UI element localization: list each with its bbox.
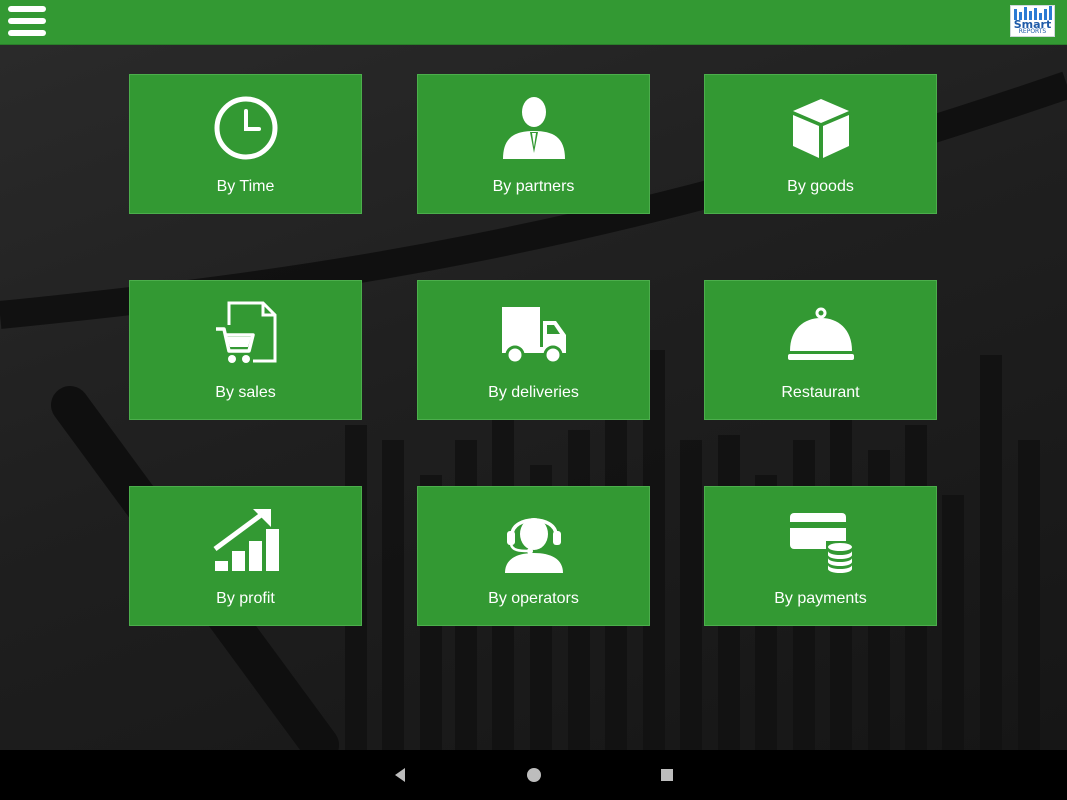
tile-by-profit[interactable]: By profit	[129, 486, 362, 626]
card-coins-icon	[705, 507, 936, 573]
tile-by-goods[interactable]: By goods	[704, 74, 937, 214]
home-icon[interactable]	[524, 765, 544, 785]
tile-label: By partners	[492, 178, 575, 195]
tile-by-sales[interactable]: By sales	[129, 280, 362, 420]
top-app-bar: Smart REPORTS	[0, 0, 1067, 45]
tile-label: Restaurant	[781, 384, 860, 401]
tile-label: By Time	[216, 178, 275, 195]
cloche-icon	[705, 301, 936, 367]
system-navigation-bar	[0, 750, 1067, 800]
tile-label: By profit	[216, 590, 275, 607]
tile-restaurant[interactable]: Restaurant	[704, 280, 937, 420]
cart-document-icon	[130, 301, 361, 367]
tile-label: By operators	[488, 590, 579, 607]
growth-chart-icon	[130, 507, 361, 573]
clock-icon	[130, 95, 361, 161]
tile-by-time[interactable]: By Time	[129, 74, 362, 214]
headset-operator-icon	[418, 507, 649, 573]
tile-label: By deliveries	[488, 384, 579, 401]
tile-by-partners[interactable]: By partners	[417, 74, 650, 214]
recents-icon[interactable]	[657, 765, 677, 785]
back-icon[interactable]	[391, 765, 411, 785]
truck-icon	[418, 301, 649, 367]
hamburger-menu-icon[interactable]	[8, 6, 46, 38]
tile-label: By goods	[787, 178, 854, 195]
tile-by-operators[interactable]: By operators	[417, 486, 650, 626]
tile-label: By payments	[774, 590, 867, 607]
logo-subtitle: REPORTS	[1018, 28, 1047, 35]
tile-by-payments[interactable]: By payments	[704, 486, 937, 626]
tile-label: By sales	[215, 384, 276, 401]
tile-by-deliveries[interactable]: By deliveries	[417, 280, 650, 420]
main-content: By Time By partners By goods By sales By…	[0, 45, 1067, 750]
businessman-icon	[418, 95, 649, 161]
box-icon	[705, 95, 936, 161]
smart-reports-logo: Smart REPORTS	[1010, 5, 1055, 37]
